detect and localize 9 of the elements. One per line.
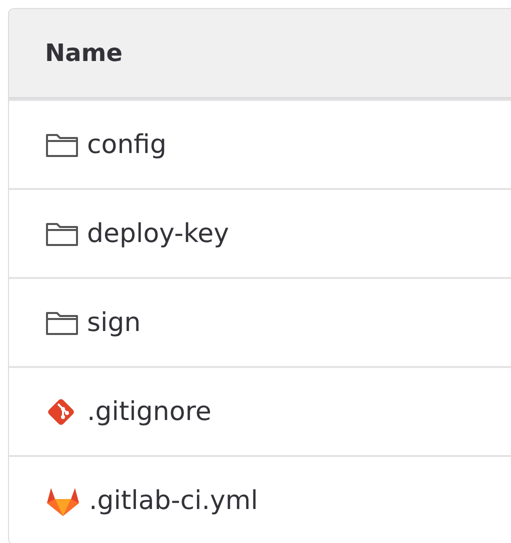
file-name[interactable]: config: [87, 130, 167, 160]
column-header: Name: [45, 39, 123, 67]
file-name[interactable]: .gitignore: [87, 396, 212, 426]
folder-icon: [45, 220, 79, 246]
folder-icon: [45, 132, 79, 158]
folder-icon: [45, 310, 79, 336]
file-name[interactable]: .gitlab-ci.yml: [89, 486, 258, 516]
file-name[interactable]: sign: [87, 308, 141, 338]
file-name[interactable]: deploy-key: [87, 218, 229, 248]
